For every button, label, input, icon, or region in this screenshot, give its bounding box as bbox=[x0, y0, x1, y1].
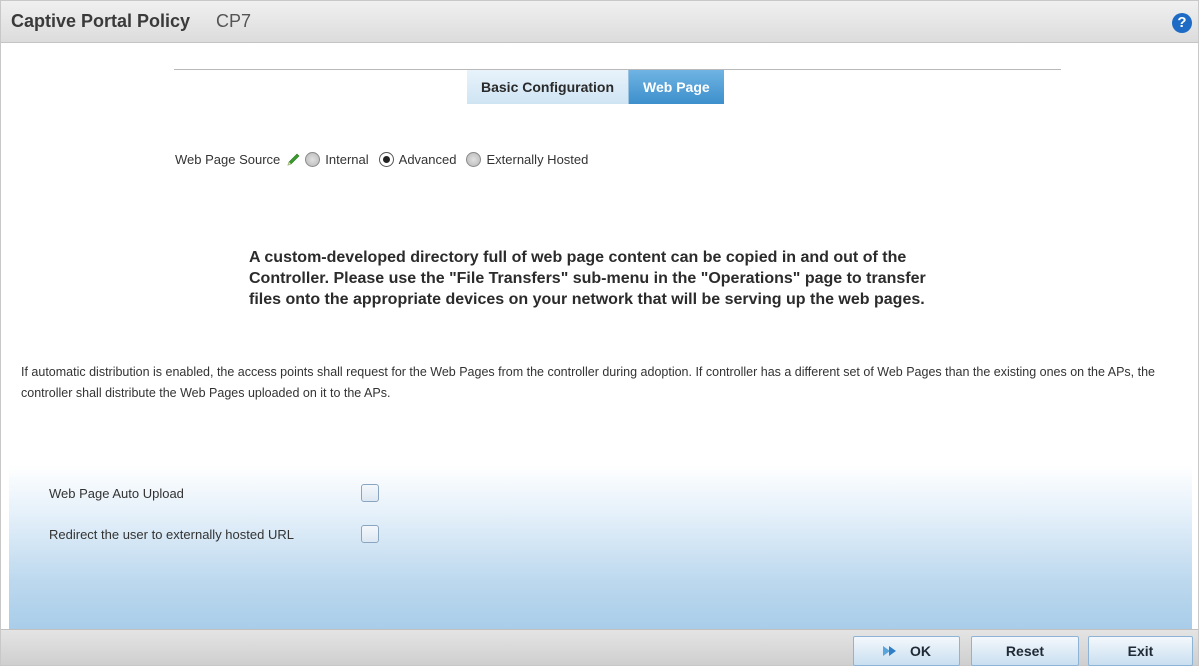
radio-externally-hosted-button[interactable] bbox=[466, 152, 482, 167]
ok-button-label: OK bbox=[910, 643, 931, 659]
auto-upload-label: Web Page Auto Upload bbox=[49, 485, 184, 501]
radio-externally-hosted-label: Externally Hosted bbox=[486, 152, 589, 167]
tab-web-page[interactable]: Web Page bbox=[629, 70, 724, 104]
radio-internal-button[interactable] bbox=[305, 152, 321, 167]
exit-button[interactable]: Exit bbox=[1088, 636, 1193, 666]
captive-portal-policy-window: Captive Portal Policy CP7 ? Basic Config… bbox=[0, 0, 1199, 666]
auto-upload-row: Web Page Auto Upload bbox=[49, 484, 379, 502]
pencil-icon bbox=[286, 153, 302, 167]
radio-externally-hosted[interactable]: Externally Hosted bbox=[466, 152, 588, 167]
web-page-source-label: Web Page Source bbox=[175, 152, 281, 167]
footer-bar: OK Reset Exit bbox=[1, 629, 1198, 666]
file-transfer-notice: A custom-developed directory full of web… bbox=[249, 249, 926, 308]
radio-advanced-button[interactable] bbox=[378, 152, 394, 167]
radio-advanced[interactable]: Advanced bbox=[378, 152, 457, 167]
radio-internal-label: Internal bbox=[325, 152, 369, 167]
reset-button[interactable]: Reset bbox=[971, 636, 1079, 666]
web-page-source-row: Web Page Source Internal Advanced Extern… bbox=[175, 152, 598, 167]
auto-upload-checkbox[interactable] bbox=[361, 484, 379, 502]
redirect-label: Redirect the user to externally hosted U… bbox=[49, 526, 294, 542]
radio-advanced-label: Advanced bbox=[398, 152, 457, 167]
auto-distribution-info: If automatic distribution is enabled, th… bbox=[21, 365, 1155, 400]
redirect-checkbox[interactable] bbox=[361, 525, 379, 543]
title-bar: Captive Portal Policy CP7 ? bbox=[1, 1, 1198, 43]
main-content: Basic Configuration Web Page Web Page So… bbox=[9, 44, 1192, 629]
radio-internal[interactable]: Internal bbox=[305, 152, 369, 167]
policy-name: CP7 bbox=[216, 11, 252, 31]
help-icon[interactable]: ? bbox=[1172, 13, 1192, 33]
page-title: Captive Portal Policy bbox=[11, 11, 191, 31]
tab-bar: Basic Configuration Web Page bbox=[467, 70, 724, 104]
forward-arrow-icon bbox=[882, 644, 904, 658]
tab-basic-configuration[interactable]: Basic Configuration bbox=[467, 70, 630, 104]
redirect-row: Redirect the user to externally hosted U… bbox=[49, 525, 379, 543]
ok-button[interactable]: OK bbox=[853, 636, 960, 666]
